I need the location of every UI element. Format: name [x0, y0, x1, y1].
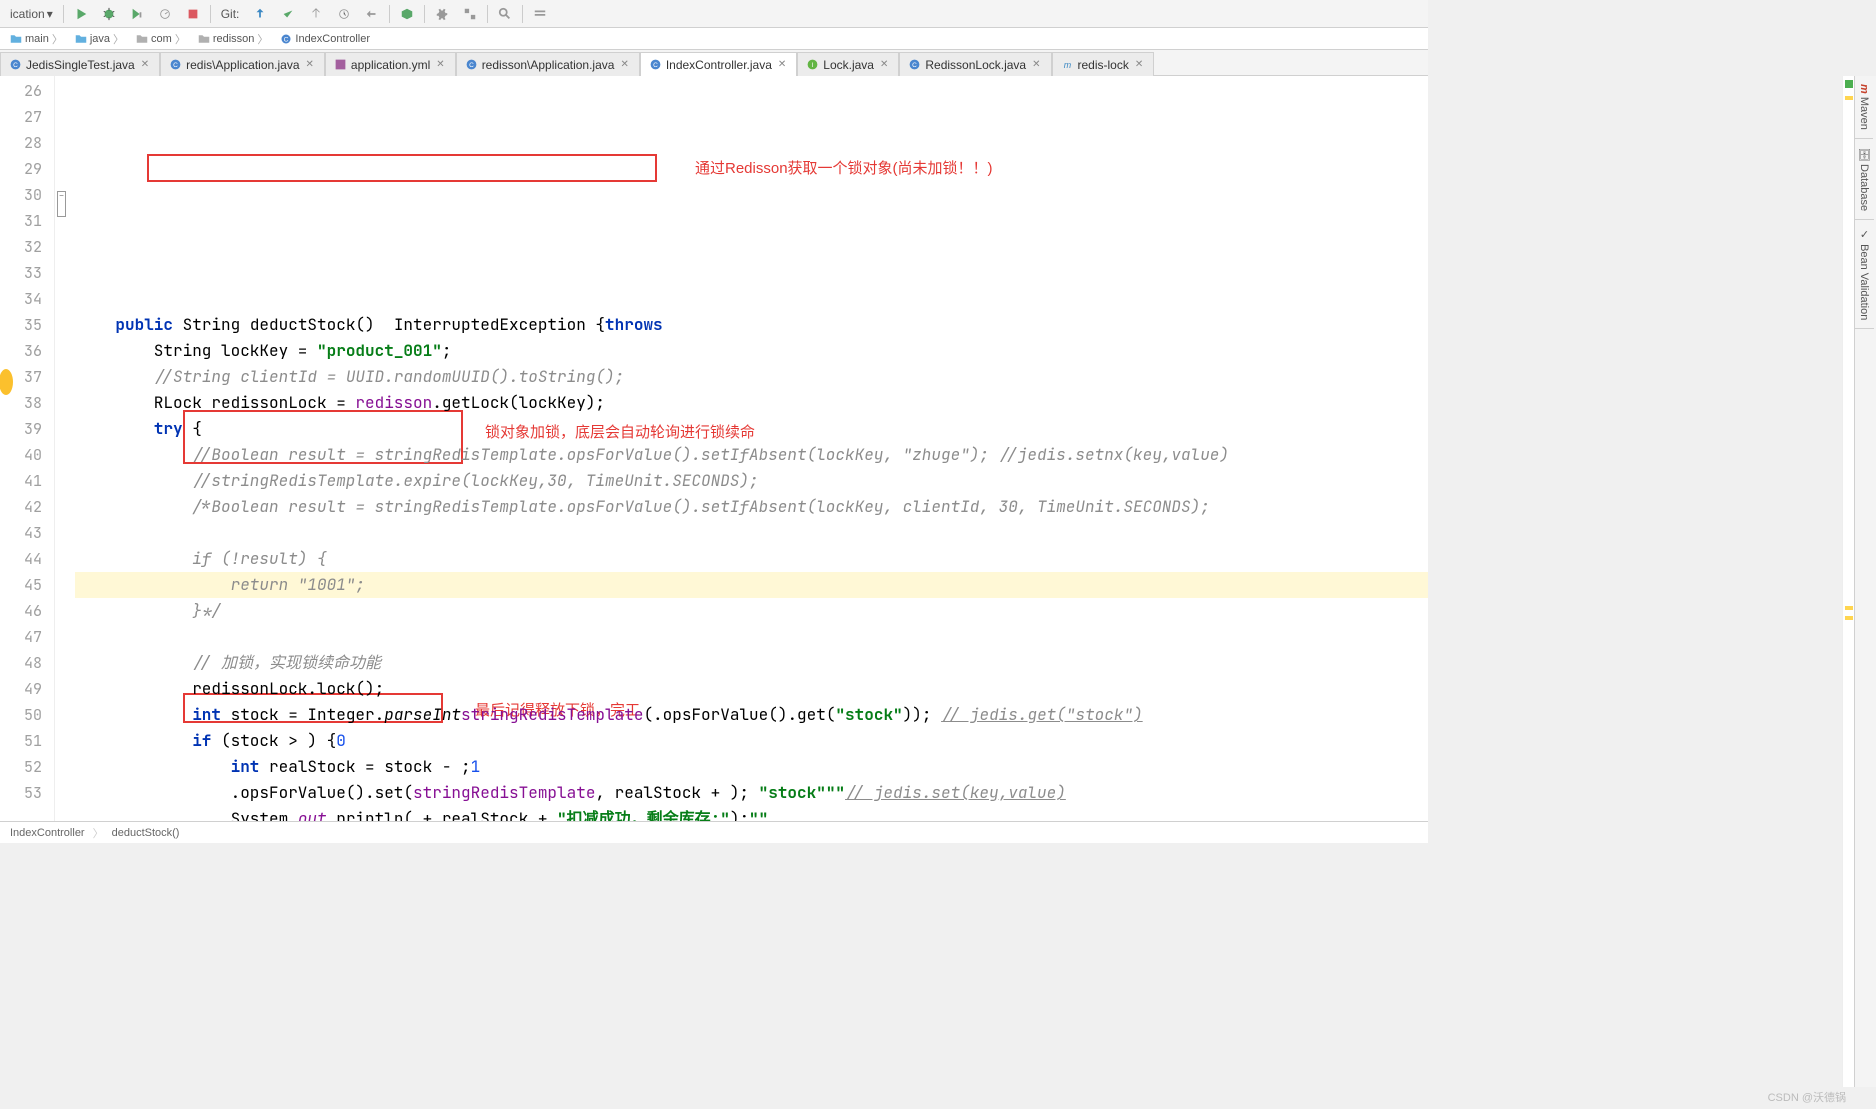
svg-text:C: C: [653, 62, 658, 69]
error-stripe: [1842, 76, 1854, 1087]
close-icon[interactable]: ✕: [1133, 59, 1145, 70]
close-icon[interactable]: ✕: [434, 59, 446, 70]
status-method[interactable]: deductStock(): [112, 827, 180, 839]
tab-lock[interactable]: ILock.java✕: [797, 52, 899, 76]
breadcrumb-com[interactable]: com〉: [132, 30, 190, 48]
editor-tabs: CJedisSingleTest.java✕ Credis\Applicatio…: [0, 50, 1428, 76]
maven-tool-tab[interactable]: m Maven: [1855, 76, 1873, 139]
git-push-button[interactable]: [303, 5, 329, 23]
bean-validation-tab[interactable]: ✓ Bean Validation: [1855, 220, 1874, 329]
svg-text:C: C: [284, 36, 289, 43]
run-config-dropdown[interactable]: ication ▾: [4, 5, 59, 23]
right-tool-rail: m Maven 🗄 Database ✓ Bean Validation: [1854, 76, 1876, 1087]
run-button[interactable]: [68, 5, 94, 23]
close-icon[interactable]: ✕: [776, 59, 788, 70]
close-icon[interactable]: ✕: [139, 59, 151, 70]
svg-text:m: m: [1063, 60, 1071, 70]
main-toolbar: ication ▾ Git:: [0, 0, 1428, 28]
breadcrumb-redisson[interactable]: redisson〉: [194, 30, 273, 48]
breadcrumb-java[interactable]: java〉: [71, 30, 128, 48]
code-area[interactable]: 通过Redisson获取一个锁对象(尚未加锁！！) 锁对象加锁，底层会自动轮询进…: [75, 76, 1428, 821]
status-class[interactable]: IndexController: [10, 827, 85, 839]
debug-button[interactable]: [96, 5, 122, 23]
tab-redisson-lock[interactable]: CRedissonLock.java✕: [899, 52, 1051, 76]
database-tool-tab[interactable]: 🗄 Database: [1855, 139, 1874, 220]
more-button[interactable]: [527, 5, 553, 23]
annotation-box-1: [147, 154, 657, 182]
fold-column: −: [55, 76, 75, 821]
line-number-gutter: 2627282930313233343536373839404142434445…: [0, 76, 55, 821]
close-icon[interactable]: ✕: [304, 59, 316, 70]
git-commit-button[interactable]: [275, 5, 301, 23]
annotation-text-1: 通过Redisson获取一个锁对象(尚未加锁！！): [695, 156, 993, 182]
stop-button[interactable]: [180, 5, 206, 23]
close-icon[interactable]: ✕: [878, 59, 890, 70]
coverage-button[interactable]: [124, 5, 150, 23]
tab-redis-application[interactable]: Credis\Application.java✕: [160, 52, 325, 76]
profile-button[interactable]: [152, 5, 178, 23]
svg-text:C: C: [913, 62, 918, 69]
settings-button[interactable]: [429, 5, 455, 23]
navigation-bar: main〉 java〉 com〉 redisson〉 CIndexControl…: [0, 28, 1428, 50]
svg-text:C: C: [13, 62, 18, 69]
git-rollback-button[interactable]: [359, 5, 385, 23]
close-icon[interactable]: ✕: [618, 59, 630, 70]
tab-redis-lock[interactable]: mredis-lock✕: [1052, 52, 1155, 76]
breadcrumb-main[interactable]: main〉: [6, 30, 67, 48]
watermark: CSDN @沃德锅: [1768, 1089, 1846, 1105]
git-history-button[interactable]: [331, 5, 357, 23]
svg-text:I: I: [812, 62, 814, 69]
structure-button[interactable]: [457, 5, 483, 23]
build-button[interactable]: [394, 5, 420, 23]
tab-redisson-application[interactable]: Credisson\Application.java✕: [456, 52, 640, 76]
close-icon[interactable]: ✕: [1030, 59, 1042, 70]
tab-application-yml[interactable]: application.yml✕: [325, 52, 456, 76]
breadcrumb-class[interactable]: CIndexController: [276, 32, 374, 46]
search-button[interactable]: [492, 5, 518, 23]
svg-text:C: C: [173, 62, 178, 69]
tab-index-controller[interactable]: CIndexController.java✕: [640, 52, 797, 76]
git-update-button[interactable]: [247, 5, 273, 23]
tab-jedis-single-test[interactable]: CJedisSingleTest.java✕: [0, 52, 160, 76]
breadcrumb-statusbar: IndexController 〉 deductStock(): [0, 821, 1428, 843]
git-label: Git:: [215, 5, 246, 23]
svg-text:C: C: [469, 62, 474, 69]
code-editor[interactable]: 2627282930313233343536373839404142434445…: [0, 76, 1428, 821]
